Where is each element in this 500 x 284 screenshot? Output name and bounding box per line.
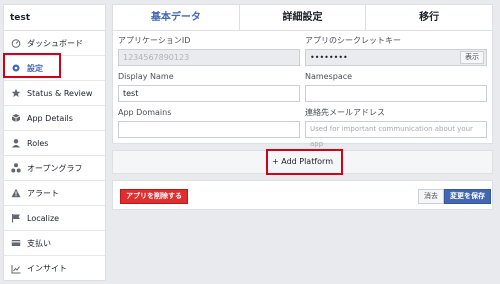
sidebar-item-roles[interactable]: Roles bbox=[4, 131, 105, 156]
display-name-label: Display Name bbox=[118, 72, 174, 81]
delete-app-button[interactable]: アプリを削除する bbox=[120, 189, 188, 204]
settings-highlight bbox=[3, 53, 61, 78]
app-domains-field: App Domains bbox=[118, 107, 300, 138]
sidebar-item-label: Localize bbox=[27, 213, 60, 223]
settings-panel: 基本データ 詳細設定 移行 アプリケーションID 1234567890123 ア… bbox=[112, 4, 493, 148]
sidebar-item-label: アラート bbox=[27, 188, 59, 198]
app-id-field: アプリケーションID 1234567890123 bbox=[118, 35, 300, 66]
contact-email-input[interactable]: Used for important communication about y… bbox=[305, 121, 487, 148]
sidebar-item-status-review[interactable]: Status & Review bbox=[4, 81, 105, 106]
action-bar: アプリを削除する 消去 変更を保存 bbox=[112, 180, 493, 210]
namespace-label: Namespace bbox=[305, 72, 353, 81]
display-name-field: Display Name test bbox=[118, 71, 300, 102]
sidebar-item-label: App Details bbox=[27, 113, 73, 123]
tab-advanced[interactable]: 詳細設定 bbox=[240, 5, 367, 30]
sidebar-item-label: Status & Review bbox=[27, 88, 93, 98]
card-icon bbox=[11, 238, 21, 248]
sidebar-item-localize[interactable]: Localize bbox=[4, 206, 105, 231]
sidebar-item-payments[interactable]: 支払い bbox=[4, 231, 105, 256]
app-secret-field: アプリのシークレットキー •••••••• 表示 bbox=[305, 35, 487, 66]
tab-migration[interactable]: 移行 bbox=[366, 5, 492, 30]
sidebar-item-label: Roles bbox=[27, 138, 49, 148]
user-icon bbox=[11, 138, 21, 148]
namespace-input[interactable] bbox=[305, 85, 487, 102]
sidebar-item-app-details[interactable]: App Details bbox=[4, 106, 105, 131]
sidebar-item-label: オープングラフ bbox=[27, 163, 83, 173]
add-platform-highlight bbox=[266, 149, 343, 175]
app-title: test bbox=[4, 5, 105, 31]
star-icon bbox=[11, 88, 21, 98]
app-domains-input[interactable] bbox=[118, 121, 300, 138]
sidebar-item-label: 支払い bbox=[27, 238, 51, 248]
sidebar-item-open-graph[interactable]: オープングラフ bbox=[4, 156, 105, 181]
show-secret-button[interactable]: 表示 bbox=[460, 51, 484, 64]
chart-icon bbox=[11, 264, 21, 274]
flag-icon bbox=[11, 213, 21, 223]
app-id-label: アプリケーションID bbox=[118, 36, 191, 45]
tab-bar: 基本データ 詳細設定 移行 bbox=[113, 5, 492, 31]
app-secret-input[interactable]: •••••••• 表示 bbox=[305, 49, 487, 66]
contact-email-field: 連絡先メールアドレス Used for important communicat… bbox=[305, 107, 487, 148]
app-secret-label: アプリのシークレットキー bbox=[305, 36, 401, 45]
graph-icon bbox=[11, 163, 21, 173]
sidebar-item-insights[interactable]: インサイト bbox=[4, 256, 105, 281]
app-id-value: 1234567890123 bbox=[118, 49, 300, 66]
tab-basic[interactable]: 基本データ bbox=[113, 5, 240, 30]
cube-icon bbox=[11, 113, 21, 123]
contact-email-label: 連絡先メールアドレス bbox=[305, 108, 385, 117]
sidebar-item-alerts[interactable]: アラート bbox=[4, 181, 105, 206]
sidebar: test ダッシュボード 設定 Status & Review App Deta… bbox=[3, 4, 106, 281]
discard-button[interactable]: 消去 bbox=[418, 189, 444, 204]
app-domains-label: App Domains bbox=[118, 108, 172, 117]
namespace-field: Namespace bbox=[305, 71, 487, 102]
sidebar-item-label: ダッシュボード bbox=[27, 38, 83, 48]
display-name-input[interactable]: test bbox=[118, 85, 300, 102]
save-changes-button[interactable]: 変更を保存 bbox=[444, 189, 491, 204]
sidebar-item-label: インサイト bbox=[27, 264, 67, 273]
app-secret-value: •••••••• bbox=[310, 53, 348, 62]
dashboard-icon bbox=[11, 38, 21, 48]
alert-icon bbox=[11, 188, 21, 198]
